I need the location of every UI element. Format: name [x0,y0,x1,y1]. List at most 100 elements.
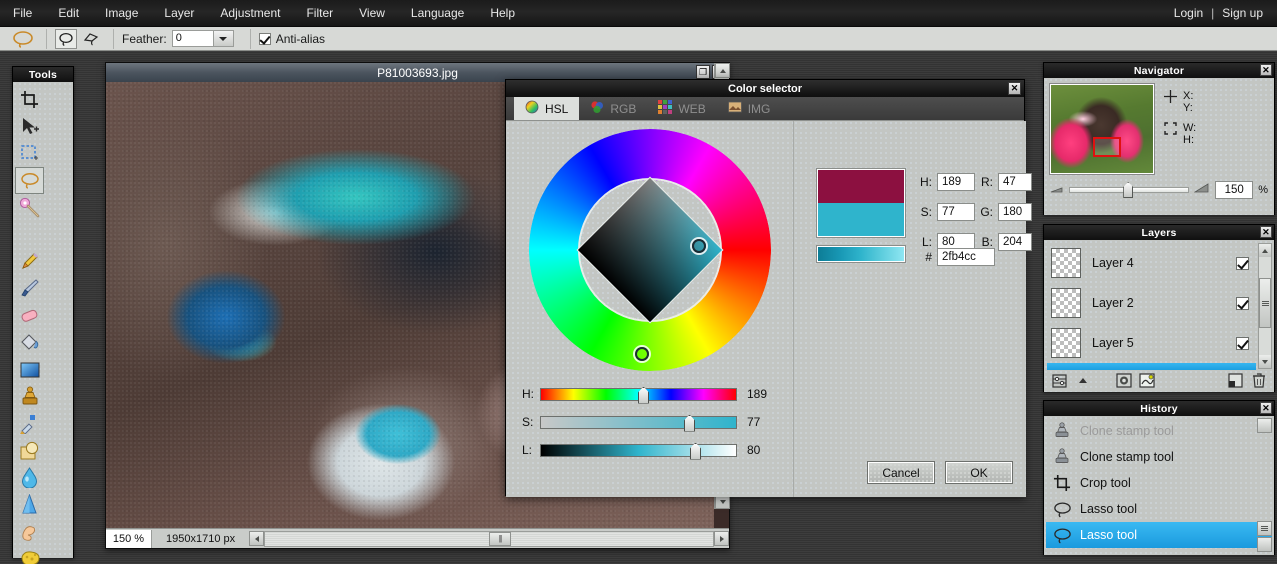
layer-visibility-checkbox[interactable] [1236,296,1249,310]
color-wheel[interactable] [528,129,771,371]
clone-stamp-tool[interactable] [15,383,44,410]
layers-scroll-thumb[interactable] [1259,278,1271,328]
navigator-viewport-rect[interactable] [1093,137,1121,157]
color-preview[interactable] [817,169,905,237]
sponge-tool[interactable] [15,545,44,564]
feather-dropdown-button[interactable] [213,30,234,47]
color-selector-titlebar[interactable]: Color selector ✕ [506,80,1024,97]
antialias-checkbox-group[interactable]: Anti-alias [258,32,330,46]
signup-link[interactable]: Sign up [1216,3,1277,23]
navigator-zoom-input[interactable]: 150 [1215,181,1254,199]
hue-slider-thumb[interactable] [638,386,649,404]
close-icon[interactable]: ✕ [1008,82,1021,95]
magic-wand-tool[interactable] [15,194,44,221]
paint-bucket-tool[interactable] [15,329,44,356]
small-triangle-icon[interactable] [1050,183,1064,197]
tab-rgb[interactable]: RGB [579,97,647,120]
blue-input[interactable]: 204 [998,233,1032,251]
hue-handle[interactable] [634,347,649,361]
layer-properties-button[interactable] [1050,372,1069,389]
tab-img[interactable]: IMG [717,97,782,120]
history-item[interactable]: Clone stamp tool [1046,418,1272,444]
hue-slider-track[interactable] [540,386,737,404]
layer-visibility-checkbox[interactable] [1236,336,1249,350]
login-link[interactable]: Login [1168,3,1209,23]
layers-scroll-down-button[interactable] [1259,355,1271,368]
red-input[interactable]: 47 [998,173,1032,191]
new-color-swatch[interactable] [818,203,904,236]
saturation-slider-thumb[interactable] [684,414,695,432]
cancel-button[interactable]: Cancel [868,462,934,483]
lightness-slider-track[interactable] [540,442,737,460]
history-item[interactable]: Clone stamp tool [1046,444,1272,470]
layer-menu-button[interactable] [1073,372,1092,389]
lasso-free-icon[interactable] [55,28,77,49]
scroll-left-button[interactable] [249,531,265,546]
pencil-tool[interactable] [15,248,44,275]
canvas-horizontal-scrollbar[interactable]: ||| [264,530,714,547]
history-scroll-down-button[interactable] [1257,537,1272,552]
scroll-up-button[interactable] [715,63,730,78]
large-triangle-icon[interactable] [1193,183,1210,197]
color-variations-strip[interactable] [817,246,905,262]
healing-brush-tool[interactable] [15,410,44,437]
layers-scroll-up-button[interactable] [1259,244,1271,257]
ok-button[interactable]: OK [946,462,1012,483]
antialias-checkbox[interactable] [258,32,271,45]
layers-scrollbar[interactable] [1258,243,1272,369]
tab-web[interactable]: WEB [647,97,716,120]
history-item[interactable]: Lasso tool [1046,522,1272,548]
zoom-level-display[interactable]: 150 % [106,529,152,548]
move-tool[interactable] [15,113,44,140]
layer-visibility-checkbox[interactable] [1236,256,1249,270]
horizontal-scroll-thumb[interactable]: ||| [489,531,512,546]
close-icon[interactable]: ✕ [1260,402,1272,414]
navigator-zoom-thumb[interactable] [1123,182,1134,198]
history-scroll-up-button[interactable] [1257,418,1272,433]
hue-input[interactable]: 189 [937,173,975,191]
lasso-polygon-icon[interactable] [80,29,102,49]
menu-item-edit[interactable]: Edit [45,3,92,23]
menu-item-language[interactable]: Language [398,3,477,23]
blur-tool[interactable] [15,464,44,491]
history-item[interactable]: Lasso tool [1046,496,1272,522]
menu-item-layer[interactable]: Layer [151,3,207,23]
sharpen-tool[interactable] [15,491,44,518]
navigator-zoom-slider[interactable] [1069,182,1190,198]
restore-window-icon[interactable]: ❐ [696,65,710,79]
shape-tool[interactable] [15,437,44,464]
feather-input[interactable]: 0 [171,30,214,47]
layer-thumbnail[interactable] [1051,248,1081,278]
sl-handle[interactable] [691,239,706,253]
crop-tool[interactable] [15,86,44,113]
history-scroll-thumb[interactable] [1257,521,1272,536]
menu-item-file[interactable]: File [0,3,45,23]
marquee-select-tool[interactable] [15,140,44,167]
menu-item-view[interactable]: View [346,3,398,23]
layer-thumbnail[interactable] [1051,328,1081,358]
menu-item-image[interactable]: Image [92,3,151,23]
brush-tool[interactable] [15,275,44,302]
smudge-tool[interactable] [15,518,44,545]
menu-item-help[interactable]: Help [477,3,528,23]
scroll-right-button[interactable] [714,531,729,546]
saturation-slider-track[interactable] [540,414,737,432]
layer-mask-button[interactable] [1114,372,1133,389]
tab-hsl[interactable]: HSL [514,97,580,120]
new-layer-button[interactable] [1226,372,1245,389]
layer-style-button[interactable] [1137,372,1156,389]
menu-item-filter[interactable]: Filter [293,3,346,23]
layer-thumbnail[interactable] [1051,288,1081,318]
hex-input[interactable]: 2fb4cc [937,248,995,266]
menu-item-adjustment[interactable]: Adjustment [207,3,293,23]
lightness-slider-thumb[interactable] [690,442,701,460]
delete-layer-button[interactable] [1249,372,1268,389]
lasso-tool[interactable] [15,167,44,194]
layer-row[interactable]: Layer 4 [1047,243,1271,283]
close-icon[interactable]: ✕ [1260,64,1272,76]
history-item[interactable]: Crop tool [1046,470,1272,496]
layer-row[interactable]: Layer 5 [1047,323,1271,363]
gradient-tool[interactable] [15,356,44,383]
close-icon[interactable]: ✕ [1260,226,1272,238]
eraser-tool[interactable] [15,302,44,329]
